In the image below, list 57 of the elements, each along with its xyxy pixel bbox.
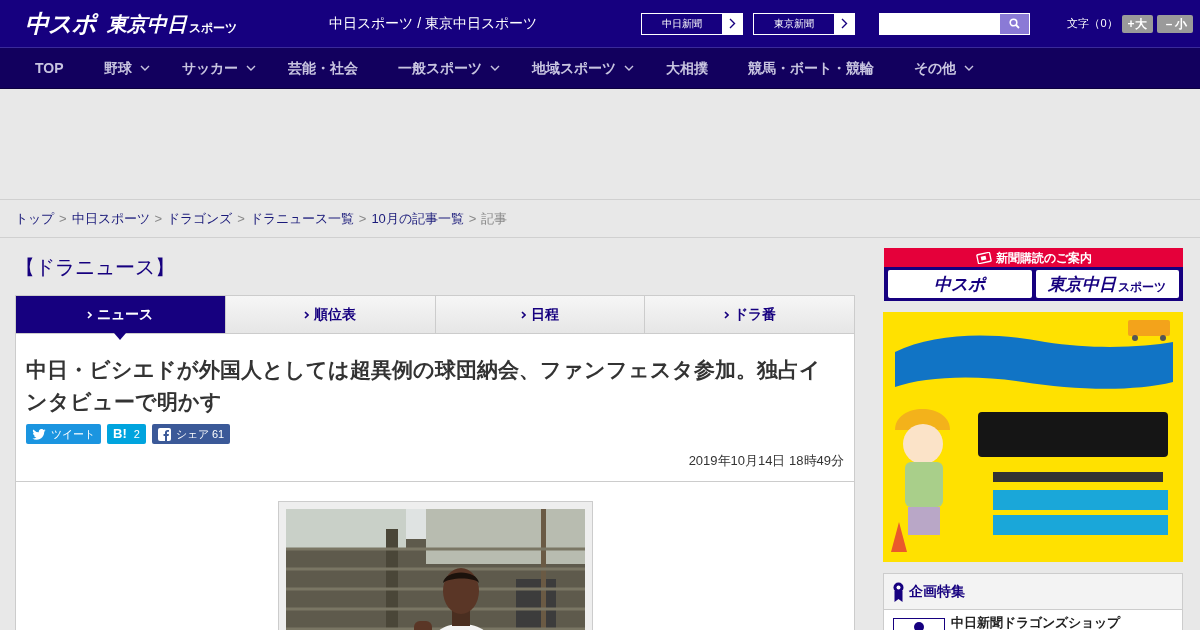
chevron-right-icon — [840, 18, 848, 29]
breadcrumb-separator: > — [154, 209, 163, 228]
nav-item[interactable]: 一般スポーツ — [398, 57, 500, 79]
chevron-down-icon — [140, 65, 150, 71]
newspaper-icon — [975, 251, 992, 264]
nav-item[interactable]: 芸能・社会 — [288, 57, 358, 79]
tab[interactable]: 日程 — [434, 296, 645, 333]
tab[interactable]: ドラ番 — [644, 296, 854, 333]
site-logo[interactable]: 東京中日スポーツ — [107, 13, 238, 34]
breadcrumb-link[interactable]: ドラゴンズ — [167, 208, 233, 229]
nav-item[interactable]: その他 — [914, 57, 974, 79]
breadcrumb-separator: > — [237, 209, 245, 228]
chevron-right-icon — [520, 310, 526, 319]
banner-heading: 新聞購読のご案内 — [995, 249, 1092, 267]
subscription-banner[interactable]: 新聞購読のご案内 中スポ 東京中日スポーツ — [884, 248, 1183, 301]
chevron-right-icon — [728, 18, 736, 29]
tab[interactable]: 順位表 — [224, 296, 435, 333]
breadcrumb-separator: > — [358, 209, 367, 228]
f-logo-icon — [157, 427, 171, 441]
nav-item[interactable]: 野球 — [104, 57, 150, 79]
newspaper-link[interactable]: 東京新聞 — [753, 12, 856, 35]
chevron-right-icon — [723, 310, 729, 319]
breadcrumb-link[interactable]: 10月の記事一覧 — [371, 208, 464, 229]
facebook-share-button[interactable]: シェア 61 — [151, 424, 231, 444]
article-title: 中日・ビシエドが外国人としては超異例の球団納会、ファンフェスタ参加。独占インタビューで明かす — [26, 357, 822, 415]
search-field[interactable] — [879, 12, 1031, 35]
chevron-down-icon — [490, 65, 500, 71]
feature-item[interactable]: 中日新聞ドラゴンズショップ — [884, 610, 1182, 630]
breadcrumb-separator: > — [468, 209, 477, 228]
panel-title: 企画特集 — [909, 582, 965, 601]
nav-item[interactable]: 競馬・ボート・競輪 — [748, 57, 874, 79]
font-size-label: 文字（0） — [1067, 16, 1118, 32]
newspaper-logo[interactable]: 東京中日スポーツ — [1035, 270, 1179, 298]
chevron-right-icon — [87, 310, 93, 319]
chevron-right-icon — [304, 310, 310, 319]
section-title: 【ドラニュース】 — [15, 254, 176, 280]
breadcrumb-link[interactable]: トップ — [15, 208, 54, 229]
ribbon-icon — [893, 581, 904, 602]
nav-item[interactable]: 地域スポーツ — [532, 57, 634, 79]
breadcrumb-separator: > — [59, 209, 67, 228]
nav-item[interactable]: サッカー — [182, 57, 256, 79]
breadcrumb-current: 記事 — [481, 209, 508, 228]
nav-item[interactable]: 大相撲 — [666, 57, 708, 79]
site-title: 中日スポーツ / 東京中日スポーツ — [329, 14, 539, 33]
newspaper-link[interactable]: 中日新聞 — [641, 12, 744, 35]
chevron-down-icon — [246, 65, 256, 71]
chevron-down-icon — [964, 65, 974, 71]
article-date: 2019年10月14日 18時49分 — [687, 452, 844, 470]
breadcrumb-link[interactable]: 中日スポーツ — [71, 208, 150, 229]
search-button[interactable] — [1000, 13, 1030, 34]
search-icon — [1009, 18, 1021, 29]
nav-item[interactable]: TOP — [35, 57, 64, 79]
bird-icon — [32, 428, 46, 440]
newspaper-logo[interactable]: 中スポ — [888, 270, 1032, 298]
site-logo[interactable]: 中スポ — [25, 11, 96, 36]
breadcrumb-link[interactable]: ドラニュース一覧 — [249, 208, 354, 229]
chevron-down-icon — [624, 65, 634, 71]
